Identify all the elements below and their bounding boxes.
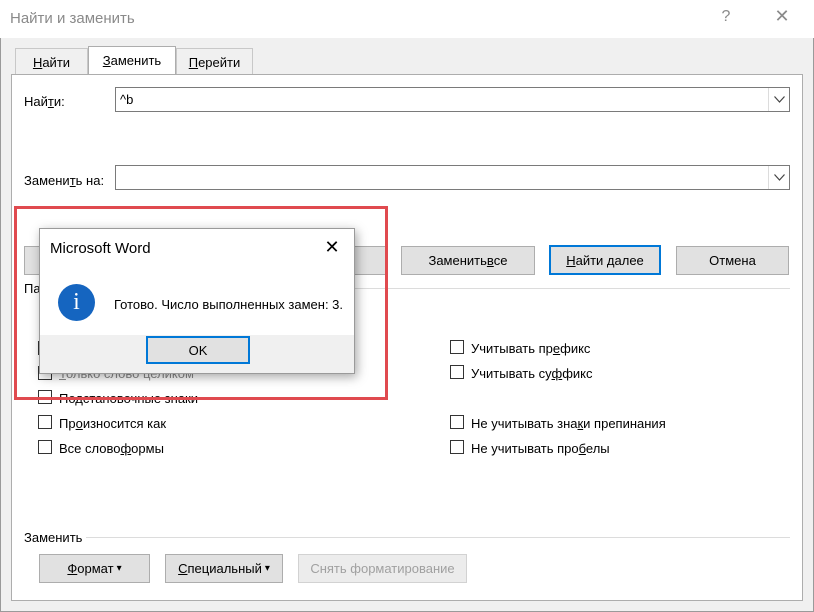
tab-label-accel: Н xyxy=(32,55,43,70)
option-text: Не учитывать про xyxy=(471,441,579,456)
option-text: елы xyxy=(585,441,610,456)
window-title: Найти и заменить xyxy=(10,10,135,27)
button-label: се xyxy=(493,253,508,268)
button-label: Снять форматирование xyxy=(310,561,455,576)
button-label-accel: С xyxy=(178,561,188,576)
find-input-value: ^b xyxy=(120,92,134,107)
option-text: Учитывать пр xyxy=(471,341,553,356)
checkbox-prefix[interactable] xyxy=(450,340,464,354)
help-button[interactable]: ? xyxy=(712,8,740,26)
replace-input[interactable] xyxy=(115,165,790,190)
option-label-prefix: Учитывать префикс xyxy=(471,341,590,356)
find-label-text: и: xyxy=(53,94,65,109)
checkbox-ignore-punct[interactable] xyxy=(450,415,464,429)
replace-label: Заменить на: xyxy=(24,173,104,188)
option-accel: ф xyxy=(551,366,563,381)
checkbox-sounds-like[interactable] xyxy=(38,415,52,429)
button-label-accel: Н xyxy=(566,252,576,268)
button-label: пециальный xyxy=(187,561,262,576)
option-label-suffix: Учитывать суффикс xyxy=(471,366,593,381)
button-label-accel: Ф xyxy=(67,561,78,576)
close-button[interactable]: ✕ xyxy=(768,6,796,27)
format-button[interactable]: Формат ▾ xyxy=(39,554,150,583)
option-text: и препинания xyxy=(583,416,666,431)
separator xyxy=(86,537,790,538)
tab-goto[interactable]: Перейти xyxy=(176,48,253,74)
highlight-frame xyxy=(14,206,388,400)
find-label: Найти: xyxy=(24,94,65,109)
cancel-button[interactable]: Отмена xyxy=(676,246,789,275)
option-text: ормы xyxy=(131,441,164,456)
button-label: Заменить xyxy=(428,253,487,268)
replace-label-text: ь на: xyxy=(75,173,105,188)
checkbox-ignore-spaces[interactable] xyxy=(450,440,464,454)
special-button[interactable]: Специальный ▾ xyxy=(165,554,283,583)
option-text: Учитывать су xyxy=(471,366,552,381)
checkbox-word-forms[interactable] xyxy=(38,440,52,454)
option-text: фикс xyxy=(562,366,593,381)
dropdown-arrow-icon: ▾ xyxy=(264,563,270,574)
button-label: Отмена xyxy=(709,253,756,268)
button-label-accel: в xyxy=(486,253,494,268)
option-text: Все слово xyxy=(59,441,121,456)
tab-replace[interactable]: Заменить xyxy=(88,46,176,74)
replace-section-header: Заменить xyxy=(24,530,83,545)
option-label-ignore-punct: Не учитывать знаки препинания xyxy=(471,416,666,431)
option-accel: ф xyxy=(120,441,132,456)
replace-label-text: Замени xyxy=(24,173,70,188)
tab-label: аменить xyxy=(110,53,162,68)
find-input[interactable]: ^b xyxy=(115,87,790,112)
clear-formatting-button: Снять форматирование xyxy=(298,554,467,583)
chevron-down-icon[interactable] xyxy=(768,88,789,111)
chevron-down-icon[interactable] xyxy=(768,166,789,189)
option-accel: б xyxy=(578,441,586,456)
button-label: ормат xyxy=(77,561,114,576)
option-label-ignore-spaces: Не учитывать пробелы xyxy=(471,441,610,456)
tab-label: айти xyxy=(42,55,71,70)
tab-label-accel: П xyxy=(188,55,199,70)
tab-label: ерейти xyxy=(198,55,241,70)
button-label: айти далее xyxy=(575,252,644,268)
checkbox-suffix[interactable] xyxy=(450,365,464,379)
option-text: фикс xyxy=(560,341,591,356)
find-label-text: Най xyxy=(24,94,48,109)
dropdown-arrow-icon: ▾ xyxy=(116,563,122,574)
option-text: Не учитывать зна xyxy=(471,416,578,431)
tab-find[interactable]: Найти xyxy=(15,48,88,74)
option-label-sounds-like: Произносится как xyxy=(59,416,166,431)
option-text: износится как xyxy=(82,416,167,431)
find-next-button[interactable]: Найти далее xyxy=(549,245,661,275)
option-label-word-forms: Все словоформы xyxy=(59,441,164,456)
option-accel: о xyxy=(75,416,83,431)
replace-all-button[interactable]: Заменить в се xyxy=(401,246,535,275)
tab-label-accel: З xyxy=(102,53,111,68)
option-text: Пр xyxy=(59,416,76,431)
